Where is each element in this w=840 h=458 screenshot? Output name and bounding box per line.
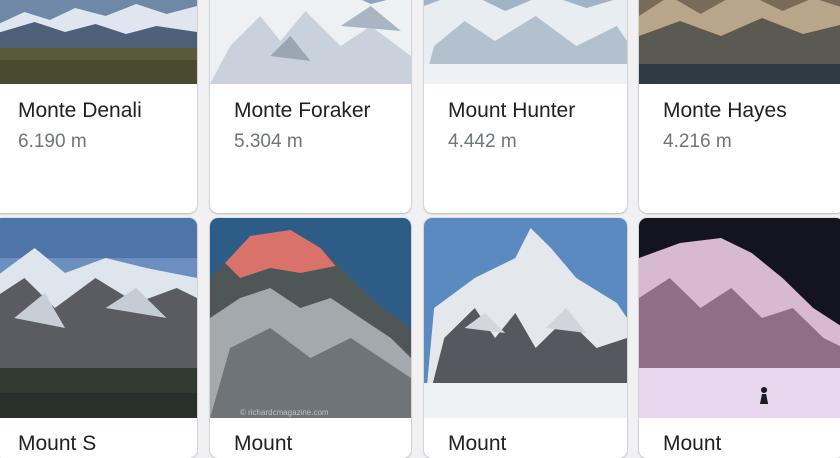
- mountain-photo-foraker: [210, 0, 411, 84]
- mountain-card-hunter[interactable]: Mount Hunter 4.442 m: [424, 0, 627, 213]
- mountain-height: 4.442 m: [448, 131, 517, 152]
- mountain-height: 4.216 m: [663, 131, 732, 152]
- mountain-photo-hayes: [639, 0, 840, 84]
- mountain-photo-6: [210, 218, 411, 418]
- mountain-name: Mount: [234, 432, 293, 455]
- mountain-card-foraker[interactable]: Monte Foraker 5.304 m: [210, 0, 411, 213]
- mountain-name: Monte Foraker: [234, 99, 371, 122]
- mountain-height: 6.190 m: [18, 131, 87, 152]
- mountain-photo-5: [0, 218, 197, 418]
- mountain-photo-hunter: [424, 0, 627, 84]
- photo-watermark: © richardcmagazine.com: [240, 408, 329, 417]
- mountain-height: 5.304 m: [234, 131, 303, 152]
- mountain-card-7[interactable]: Mount: [424, 218, 627, 458]
- mountain-card-8[interactable]: Mount: [639, 218, 840, 458]
- mountain-name: Mount: [448, 432, 507, 455]
- mountain-card-6[interactable]: © richardcmagazine.com Mount: [210, 218, 411, 458]
- mountain-card-5[interactable]: Mount S: [0, 218, 197, 458]
- mountain-name: Monte Denali: [18, 99, 142, 122]
- mountain-card-denali[interactable]: Monte Denali 6.190 m: [0, 0, 197, 213]
- mountain-photo-denali: [0, 0, 197, 84]
- mountain-name: Mount: [663, 432, 722, 455]
- mountain-card-hayes[interactable]: Monte Hayes 4.216 m: [639, 0, 840, 213]
- mountain-name: Mount Hunter: [448, 99, 576, 122]
- mountain-photo-8: [639, 218, 840, 418]
- mountain-photo-7: [424, 218, 627, 418]
- mountain-name: Monte Hayes: [663, 99, 787, 122]
- mountain-name: Mount S: [18, 432, 97, 455]
